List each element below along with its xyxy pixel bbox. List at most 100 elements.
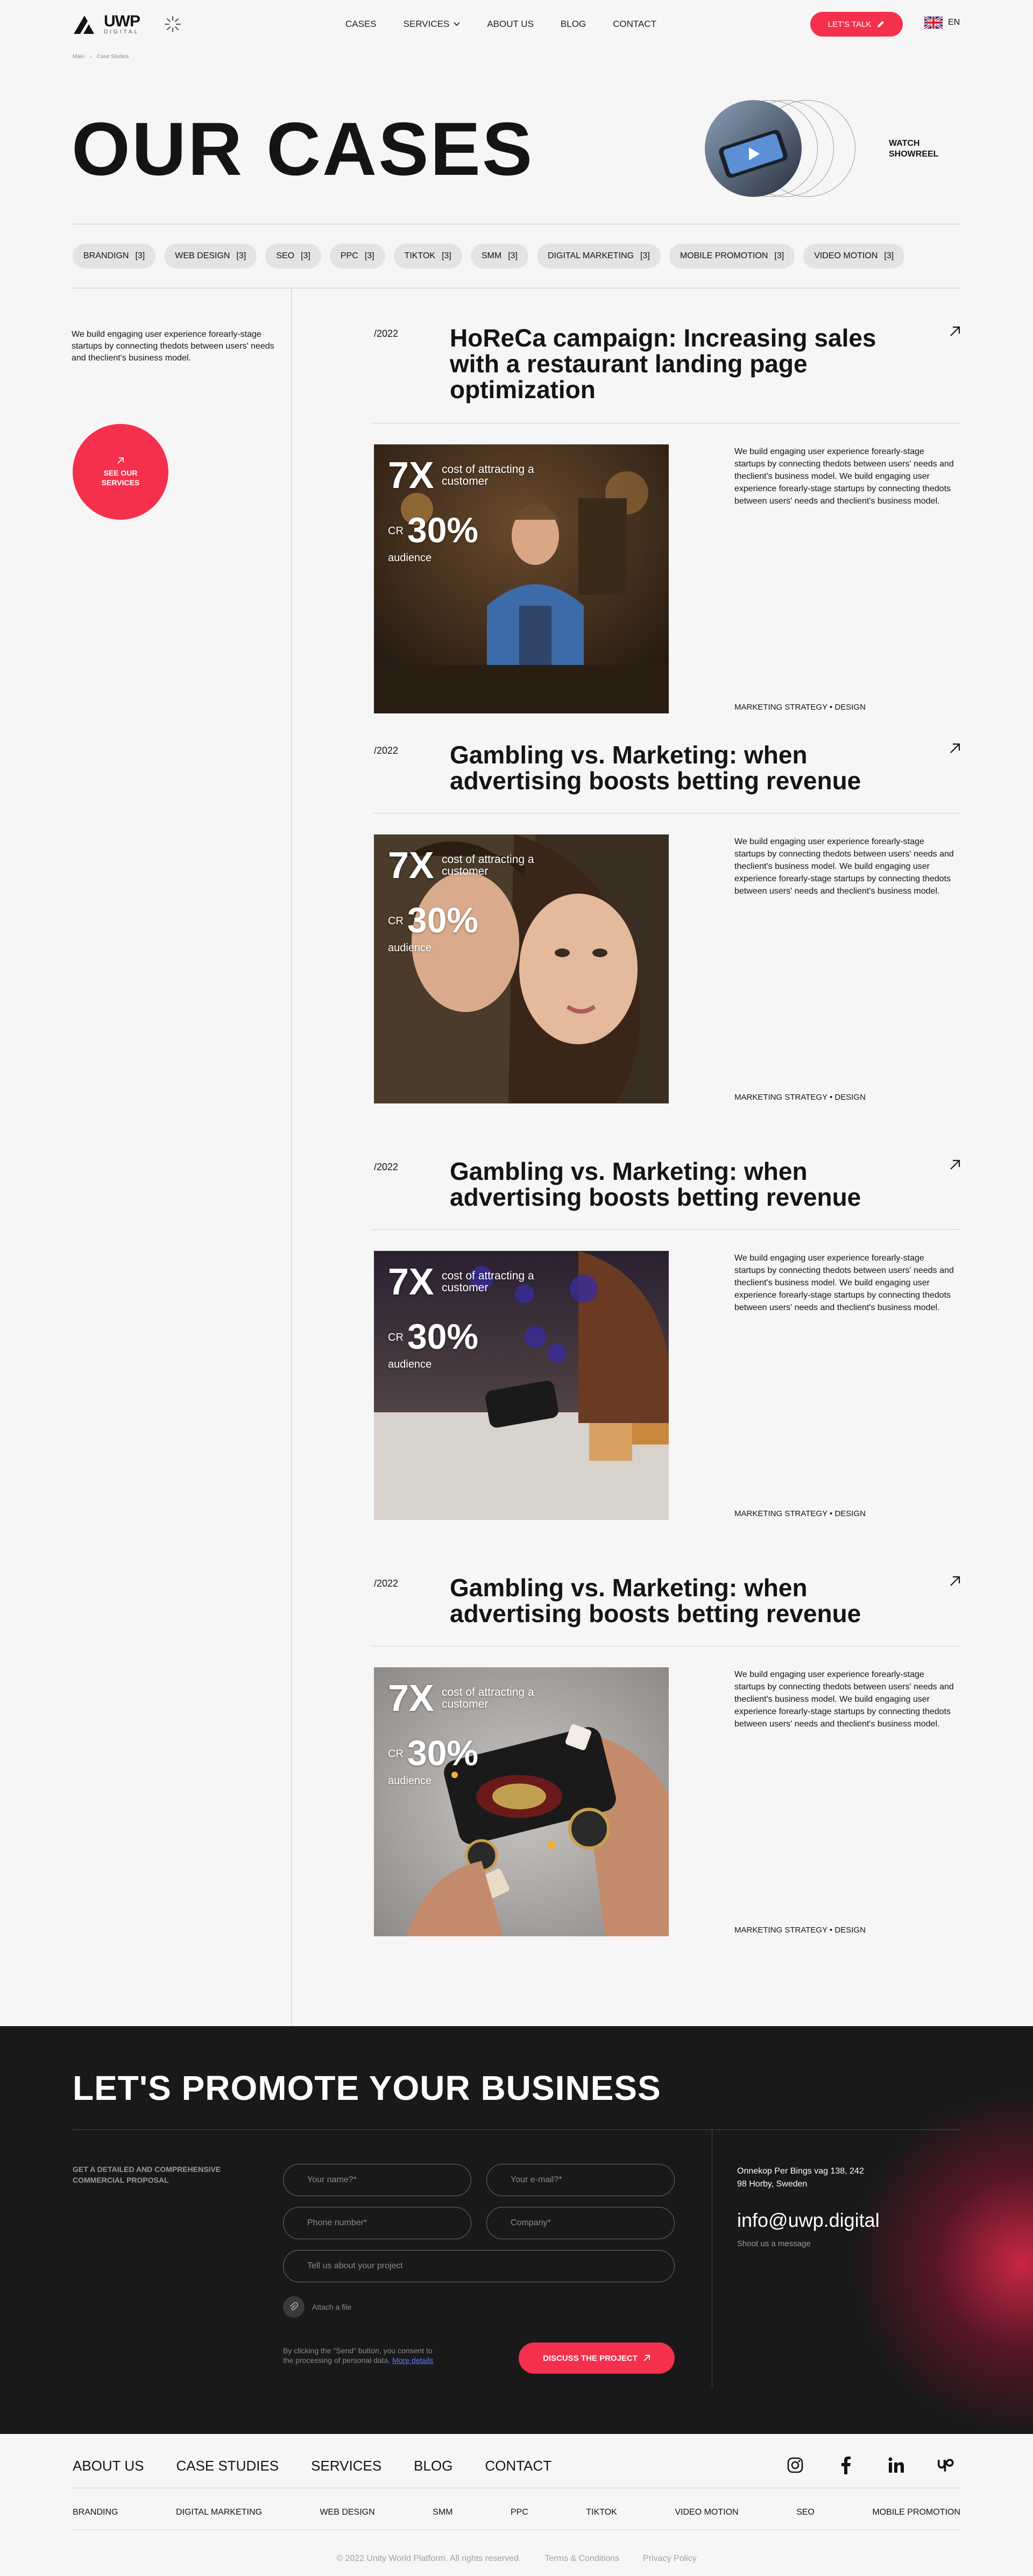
case-title[interactable]: Gambling vs. Marketing: when advertising… — [450, 1158, 912, 1210]
filter-tiktok[interactable]: TIKTOK [3] — [393, 244, 462, 268]
project-field[interactable]: Tell us about your project — [283, 2250, 675, 2282]
category-filters: BRANDIGN [3] WEB DESIGN [3] SEO [3] PPC [3] … — [0, 224, 1033, 288]
privacy-link[interactable]: Privacy Policy — [643, 2554, 697, 2564]
filter-count: [3] — [508, 251, 518, 260]
instagram-icon[interactable] — [786, 2455, 805, 2475]
filter-label: DIGITAL MARKETING — [548, 251, 634, 260]
case-card[interactable]: /2022 Gambling vs. Marketing: when adver… — [373, 1538, 960, 1955]
arrow-up-right-icon — [117, 457, 124, 464]
filter-branding[interactable]: BRANDIGN [3] — [73, 244, 156, 268]
footer-cat-web-design[interactable]: WEB DESIGN — [320, 2508, 374, 2517]
lets-talk-button[interactable]: LET'S TALK — [810, 12, 903, 37]
case-year: /2022 — [374, 1578, 399, 1589]
divider — [73, 2129, 960, 2130]
logo[interactable]: UWP DIGITAL — [73, 13, 140, 35]
email-placeholder: Your e-mail?* — [511, 2175, 562, 2184]
arrow-up-right-icon[interactable] — [949, 1158, 961, 1171]
filter-count: [3] — [640, 251, 650, 260]
site-footer: ABOUT US CASE STUDIES SERVICES BLOG CONT… — [0, 2434, 1033, 2576]
email-field[interactable]: Your e-mail?* — [486, 2164, 675, 2196]
filter-mobile-promotion[interactable]: MOBILE PROMOTION [3] — [669, 244, 795, 268]
filter-count: [3] — [135, 251, 145, 260]
filter-web-design[interactable]: WEB DESIGN [3] — [164, 244, 257, 268]
footer-cat-branding[interactable]: BRANDING — [73, 2508, 118, 2517]
case-image[interactable]: 7X cost of attracting a customer CR 30% … — [374, 834, 669, 1103]
attach-file-button[interactable]: Attach a file — [283, 2296, 351, 2318]
nav-cases[interactable]: CASES — [345, 19, 377, 30]
language-switcher[interactable]: EN — [924, 16, 960, 29]
case-title[interactable]: Gambling vs. Marketing: when advertising… — [450, 742, 912, 794]
footer-cat-video-motion[interactable]: VIDEO MOTION — [675, 2508, 738, 2517]
phone-field[interactable]: Phone number* — [283, 2207, 471, 2239]
footer-cat-mobile-promotion[interactable]: MOBILE PROMOTION — [872, 2508, 960, 2517]
showreel-thumbnail[interactable] — [705, 100, 802, 197]
attach-label: Attach a file — [312, 2303, 352, 2311]
case-year: /2022 — [374, 1162, 399, 1172]
case-card[interactable]: /2022 Gambling vs. Marketing: when adver… — [373, 705, 960, 1122]
case-image[interactable]: 7X cost of attracting a customer CR 30% … — [374, 1251, 669, 1520]
arrow-up-right-icon[interactable] — [949, 1575, 961, 1588]
filter-label: BRANDIGN — [83, 251, 129, 260]
nav-about[interactable]: ABOUT US — [487, 19, 534, 30]
shoot-message-label: Shoot us a message — [737, 2239, 811, 2248]
stat-audience-label: audience — [388, 552, 432, 564]
footer-nav: ABOUT US CASE STUDIES SERVICES BLOG CONT… — [73, 2458, 551, 2474]
case-title[interactable]: Gambling vs. Marketing: when advertising… — [450, 1575, 912, 1626]
page-title: OUR CASES — [72, 107, 534, 191]
case-card[interactable]: /2022 HoReCa campaign: Increasing sales … — [373, 288, 961, 713]
chevron-down-icon — [454, 22, 460, 26]
filter-digital-marketing[interactable]: DIGITAL MARKETING [3] — [537, 244, 661, 268]
linkedin-icon[interactable] — [887, 2455, 906, 2475]
filter-video-motion[interactable]: VIDEO MOTION [3] — [803, 244, 905, 268]
nav-services[interactable]: SERVICES — [404, 19, 461, 30]
footer-nav-about[interactable]: ABOUT US — [73, 2458, 144, 2474]
hero: OUR CASES WATCH SHOWREEL — [0, 60, 1033, 224]
footer-cat-digital-marketing[interactable]: DIGITAL MARKETING — [176, 2508, 262, 2517]
company-field[interactable]: Company* — [486, 2207, 675, 2239]
see-our-services-button[interactable]: SEE OUR SERVICES — [73, 424, 168, 520]
discuss-project-button[interactable]: DISCUSS THE PROJECT — [519, 2343, 675, 2374]
facebook-icon[interactable] — [836, 2455, 855, 2475]
arrow-up-right-icon[interactable] — [949, 325, 961, 338]
nav-contact[interactable]: CONTACT — [613, 19, 656, 30]
social-links — [786, 2455, 957, 2475]
footer-nav-blog[interactable]: BLOG — [414, 2458, 452, 2474]
footer-nav-contact[interactable]: CONTACT — [485, 2458, 551, 2474]
more-details-link[interactable]: More details — [392, 2356, 433, 2365]
footer-cat-seo[interactable]: SEO — [796, 2508, 815, 2517]
case-card[interactable]: /2022 Gambling vs. Marketing: when adver… — [373, 1122, 960, 1539]
contact-email[interactable]: info@uwp.digital — [737, 2209, 880, 2232]
stat-multiplier-label: cost of attracting a customer — [442, 1270, 534, 1294]
footer-categories: BRANDING DIGITAL MARKETING WEB DESIGN SM… — [73, 2508, 960, 2517]
case-description: We build engaging user experience forear… — [734, 1254, 954, 1312]
terms-link[interactable]: Terms & Conditions — [544, 2554, 619, 2564]
case-image[interactable]: 7X cost of attracting a customer CR 30% … — [374, 444, 669, 713]
filter-seo[interactable]: SEO [3] — [265, 244, 321, 268]
case-description: We build engaging user experience forear… — [734, 1670, 954, 1729]
case-title[interactable]: HoReCa campaign: Increasing sales with a… — [450, 325, 912, 402]
showreel-label-2: SHOWREEL — [889, 150, 939, 159]
showreel-label[interactable]: WATCH SHOWREEL — [889, 138, 938, 160]
phone-placeholder: Phone number* — [307, 2218, 367, 2227]
consent-text: By clicking the "Send" button, you conse… — [283, 2346, 439, 2365]
case-tags: MARKETING STRATEGY • DESIGN — [734, 1926, 866, 1935]
footer-nav-services[interactable]: SERVICES — [311, 2458, 381, 2474]
footer-nav-case-studies[interactable]: CASE STUDIES — [176, 2458, 279, 2474]
footer-cat-tiktok[interactable]: TIKTOK — [586, 2508, 617, 2517]
filter-smm[interactable]: SMM [3] — [470, 244, 528, 268]
nav-services-label: SERVICES — [403, 19, 450, 29]
stat-percent: 30% — [407, 510, 479, 550]
name-field[interactable]: Your name?* — [283, 2164, 471, 2196]
footer-cat-ppc[interactable]: PPC — [511, 2508, 528, 2517]
arrow-up-right-icon[interactable] — [949, 742, 961, 755]
case-image[interactable]: 7X cost of attracting a customer CR 30% … — [374, 1667, 669, 1936]
stat-cr-label: CR — [388, 915, 404, 927]
filter-ppc[interactable]: PPC [3] — [329, 244, 385, 268]
upwork-icon[interactable] — [937, 2455, 957, 2475]
footer-cat-smm[interactable]: SMM — [433, 2508, 452, 2517]
see-services-line1: SEE OUR — [103, 469, 138, 477]
breadcrumb-main[interactable]: Main — [73, 54, 84, 60]
stat-percent: 30% — [407, 1317, 479, 1356]
filter-label: VIDEO MOTION — [814, 251, 878, 260]
nav-blog[interactable]: BLOG — [561, 19, 586, 30]
